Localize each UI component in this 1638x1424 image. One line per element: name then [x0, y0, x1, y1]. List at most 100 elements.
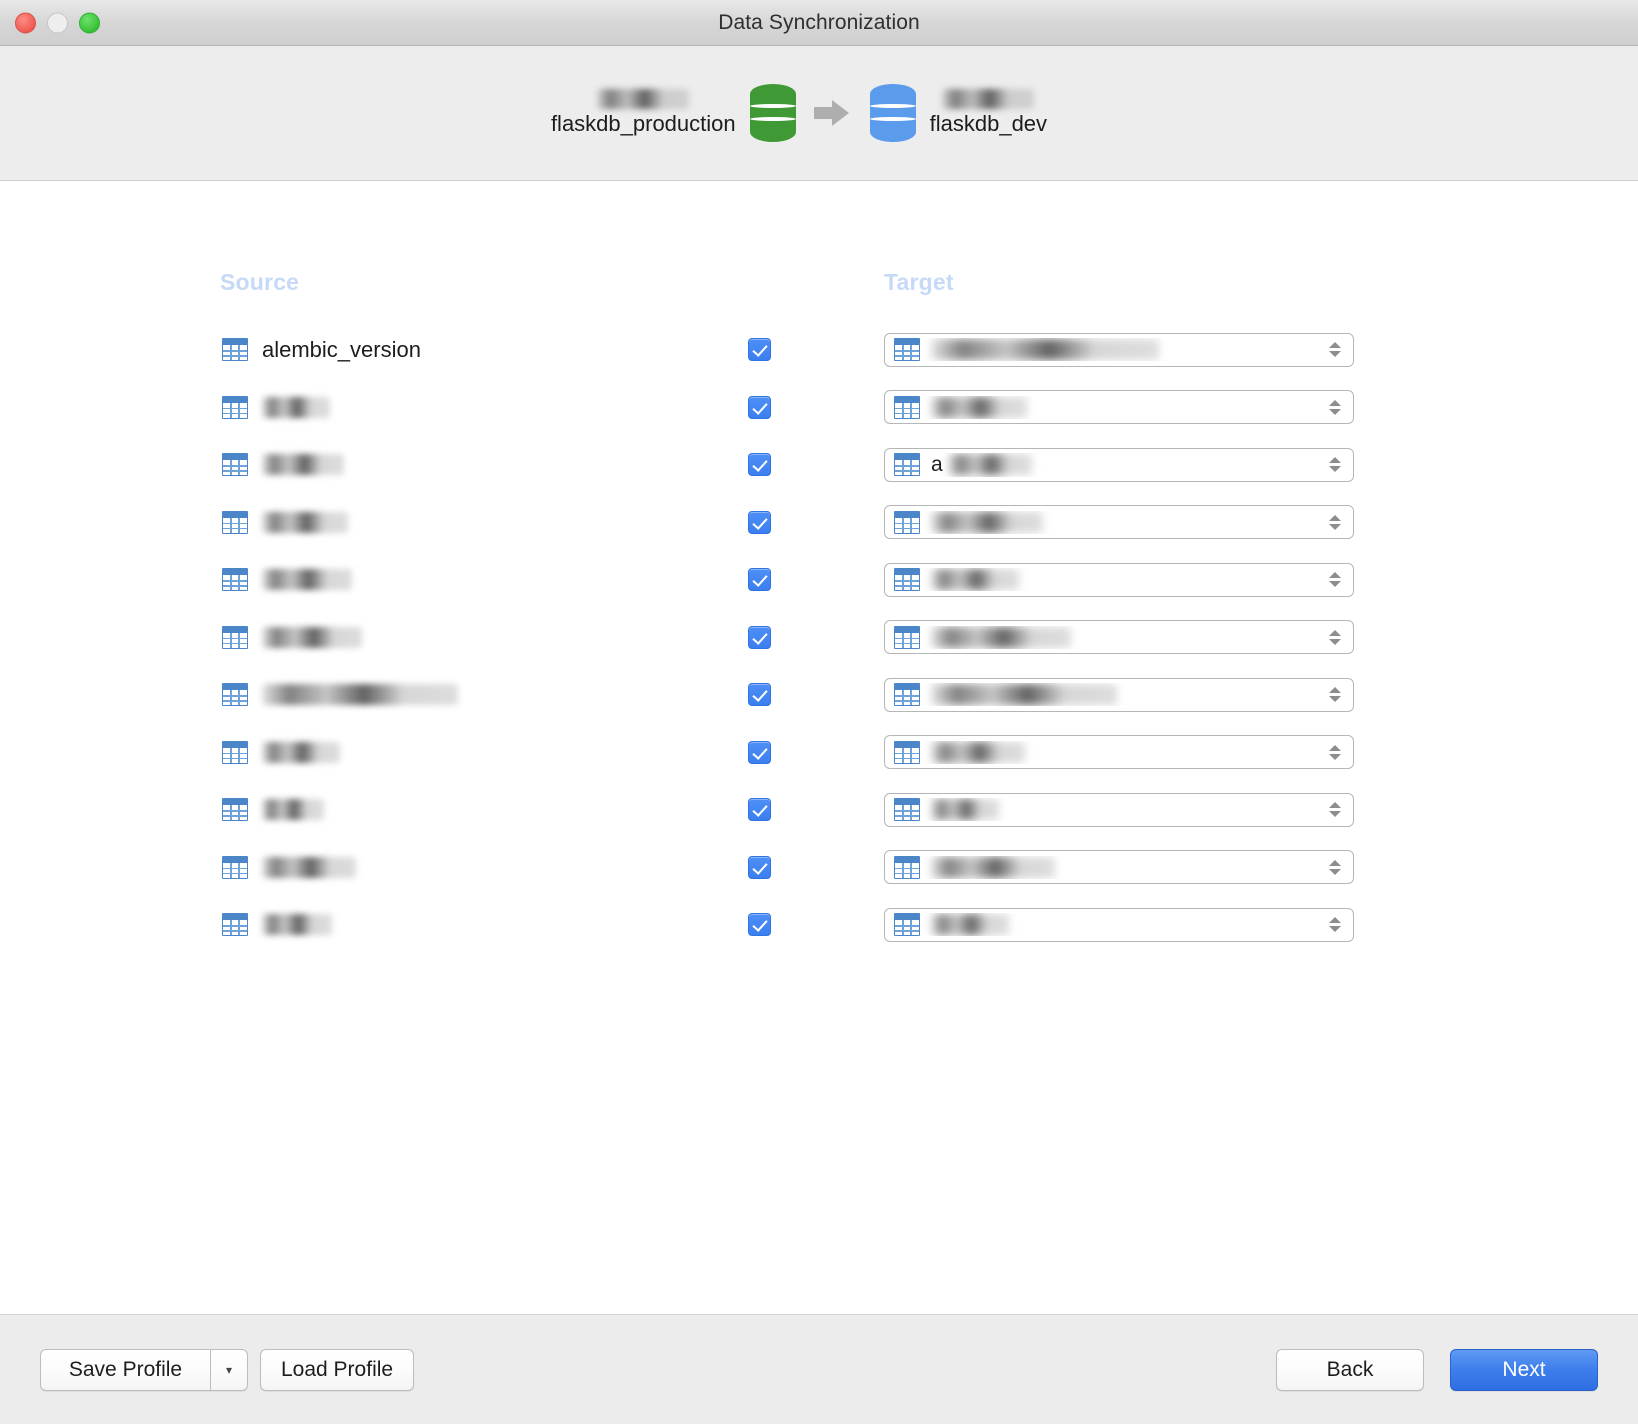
table-icon: [222, 568, 248, 592]
source-table-cell[interactable]: [222, 379, 330, 437]
mapping-row: [0, 551, 1638, 609]
row-enable-checkbox[interactable]: [748, 510, 771, 534]
target-table-cell[interactable]: a: [884, 436, 1354, 494]
target-table-stepper-icon[interactable]: [1325, 911, 1345, 939]
row-enable-checkbox[interactable]: [748, 395, 771, 419]
source-table-name-redacted: [262, 684, 458, 706]
source-table-cell[interactable]: alembic_version: [222, 321, 421, 379]
target-table-value: [894, 683, 1325, 707]
table-icon: [222, 625, 248, 649]
target-table-value: [894, 798, 1325, 822]
target-table-combobox[interactable]: a: [884, 447, 1354, 482]
target-table-cell[interactable]: [884, 551, 1354, 609]
target-table-cell[interactable]: [884, 609, 1354, 667]
mapping-row: alembic_version: [0, 321, 1638, 379]
save-profile-menu-chevron-icon[interactable]: ▾: [210, 1348, 248, 1391]
target-table-stepper-icon[interactable]: [1325, 853, 1345, 881]
target-table-combobox[interactable]: [884, 792, 1354, 827]
source-table-cell[interactable]: [222, 551, 352, 609]
target-table-combobox[interactable]: [884, 620, 1354, 655]
target-table-value: [894, 395, 1325, 419]
next-button[interactable]: Next: [1450, 1348, 1598, 1391]
target-table-stepper-icon[interactable]: [1325, 451, 1345, 479]
target-table-name-redacted: [947, 454, 1032, 476]
window-title: Data Synchronization: [718, 10, 920, 34]
row-enable-checkbox[interactable]: [748, 798, 771, 822]
target-table-combobox[interactable]: [884, 735, 1354, 770]
target-table-cell[interactable]: [884, 321, 1354, 379]
target-table-combobox[interactable]: [884, 505, 1354, 540]
table-icon: [894, 855, 920, 879]
save-profile-split-button[interactable]: Save Profile ▾: [40, 1348, 248, 1391]
row-enable-checkbox-cell[interactable]: [748, 839, 771, 897]
table-icon: [894, 740, 920, 764]
source-table-cell[interactable]: [222, 839, 356, 897]
target-table-stepper-icon[interactable]: [1325, 566, 1345, 594]
target-table-stepper-icon[interactable]: [1325, 681, 1345, 709]
minimize-button[interactable]: [47, 12, 68, 33]
source-table-cell[interactable]: [222, 666, 458, 724]
row-enable-checkbox-cell[interactable]: [748, 666, 771, 724]
source-table-cell[interactable]: [222, 609, 362, 667]
maximize-button[interactable]: [79, 12, 100, 33]
table-icon: [222, 683, 248, 707]
row-enable-checkbox[interactable]: [748, 568, 771, 592]
row-enable-checkbox-cell[interactable]: [748, 781, 771, 839]
row-enable-checkbox-cell[interactable]: [748, 896, 771, 954]
source-table-cell[interactable]: [222, 494, 348, 552]
target-table-stepper-icon[interactable]: [1325, 623, 1345, 651]
row-enable-checkbox-cell[interactable]: [748, 551, 771, 609]
source-table-name-redacted: [262, 799, 324, 821]
row-enable-checkbox[interactable]: [748, 338, 771, 362]
target-table-combobox[interactable]: [884, 907, 1354, 942]
source-table-cell[interactable]: [222, 724, 340, 782]
row-enable-checkbox[interactable]: [748, 740, 771, 764]
target-table-cell[interactable]: [884, 494, 1354, 552]
target-table-stepper-icon[interactable]: [1325, 336, 1345, 364]
target-table-name-redacted: [931, 626, 1071, 648]
table-icon: [222, 913, 248, 937]
save-profile-button[interactable]: Save Profile: [40, 1348, 210, 1391]
table-icon: [222, 453, 248, 477]
source-table-cell[interactable]: [222, 436, 344, 494]
row-enable-checkbox-cell[interactable]: [748, 436, 771, 494]
table-icon: [222, 740, 248, 764]
row-enable-checkbox[interactable]: [748, 453, 771, 477]
target-table-cell[interactable]: [884, 839, 1354, 897]
target-table-cell[interactable]: [884, 724, 1354, 782]
target-table-stepper-icon[interactable]: [1325, 738, 1345, 766]
row-enable-checkbox-cell[interactable]: [748, 494, 771, 552]
target-table-stepper-icon[interactable]: [1325, 393, 1345, 421]
target-table-name-redacted: [931, 741, 1025, 763]
back-button[interactable]: Back: [1276, 1348, 1424, 1391]
row-enable-checkbox-cell[interactable]: [748, 724, 771, 782]
load-profile-button[interactable]: Load Profile: [260, 1348, 415, 1391]
row-enable-checkbox[interactable]: [748, 625, 771, 649]
target-table-combobox[interactable]: [884, 562, 1354, 597]
target-table-name-redacted: [931, 684, 1117, 706]
row-enable-checkbox[interactable]: [748, 913, 771, 937]
target-table-cell[interactable]: [884, 896, 1354, 954]
row-enable-checkbox[interactable]: [748, 683, 771, 707]
mapping-row: [0, 666, 1638, 724]
close-button[interactable]: [15, 12, 36, 33]
source-table-name-redacted: [262, 856, 356, 878]
source-column-heading: Source: [220, 269, 300, 295]
target-table-combobox[interactable]: [884, 332, 1354, 367]
dialog-footer: Save Profile ▾ Load Profile Back Next: [0, 1314, 1638, 1424]
target-table-combobox[interactable]: [884, 390, 1354, 425]
table-icon: [894, 453, 920, 477]
source-table-cell[interactable]: [222, 896, 332, 954]
target-table-cell[interactable]: [884, 781, 1354, 839]
target-table-combobox[interactable]: [884, 677, 1354, 712]
row-enable-checkbox-cell[interactable]: [748, 379, 771, 437]
target-table-combobox[interactable]: [884, 850, 1354, 885]
row-enable-checkbox-cell[interactable]: [748, 609, 771, 667]
target-table-cell[interactable]: [884, 379, 1354, 437]
target-table-stepper-icon[interactable]: [1325, 796, 1345, 824]
row-enable-checkbox[interactable]: [748, 855, 771, 879]
target-table-stepper-icon[interactable]: [1325, 508, 1345, 536]
row-enable-checkbox-cell[interactable]: [748, 321, 771, 379]
target-table-cell[interactable]: [884, 666, 1354, 724]
source-table-cell[interactable]: [222, 781, 324, 839]
